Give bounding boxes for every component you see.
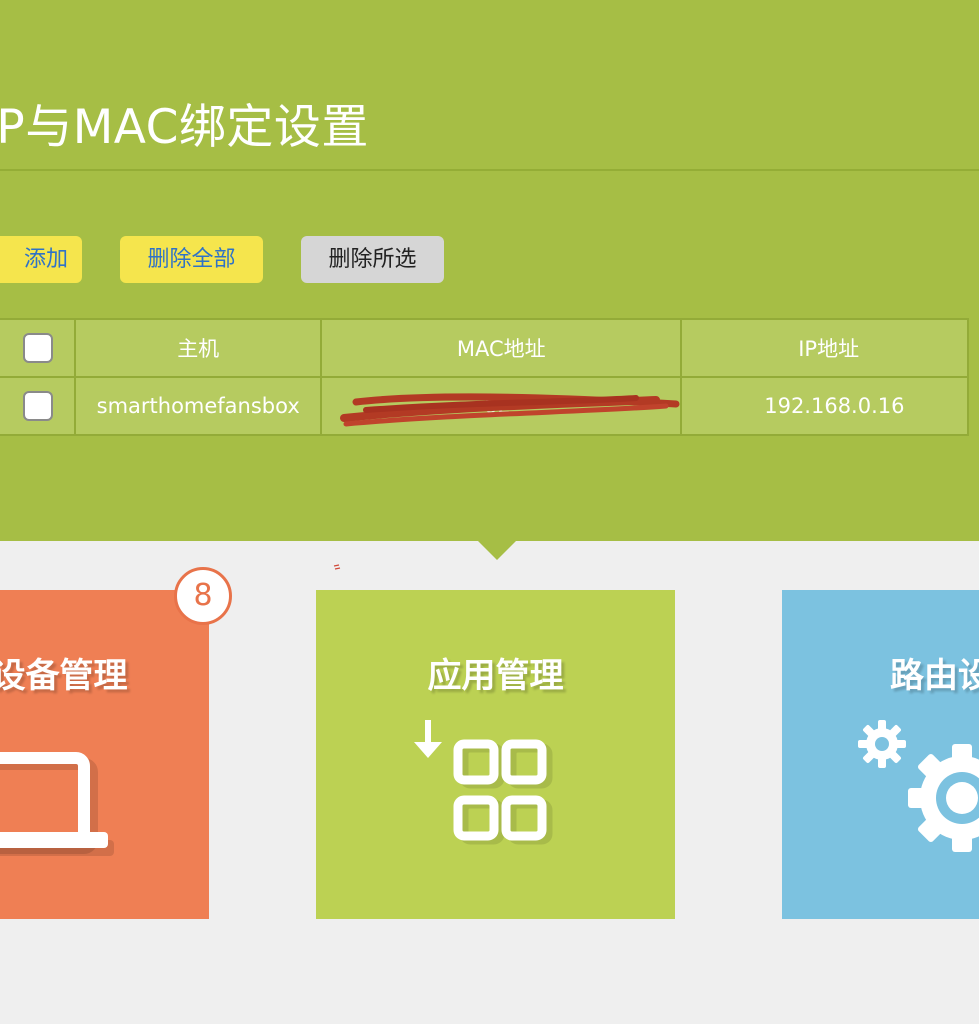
binding-settings-panel: IP与MAC绑定设置 添加 删除全部 删除所选 主机 MAC地址 IP地址 sm…	[0, 0, 979, 541]
redaction-scribble	[340, 393, 680, 427]
row-select-cell	[0, 376, 77, 436]
app-management-label: 应用管理	[427, 656, 564, 696]
apps-grid-icon	[414, 720, 553, 845]
delete-all-button[interactable]: 删除全部	[120, 236, 263, 283]
router-settings-label: 路由设置	[890, 656, 979, 696]
laptop-icon	[0, 752, 114, 856]
tiny-mark	[333, 564, 341, 570]
app-management-tile[interactable]: 应用管理	[316, 590, 675, 919]
gears-icon	[858, 720, 979, 852]
router-settings-tile[interactable]: 路由设置	[782, 590, 979, 919]
select-all-checkbox[interactable]	[23, 333, 54, 363]
column-header-host: 主机	[74, 318, 323, 378]
device-management-label: 设备管理	[0, 656, 128, 696]
binding-table: 主机 MAC地址 IP地址 smarthomefansbox 02- 192.1…	[0, 318, 969, 436]
host-cell: smarthomefansbox	[74, 376, 323, 436]
row-checkbox[interactable]	[23, 391, 54, 421]
ip-cell: 192.168.0.16	[680, 376, 969, 436]
column-header-ip: IP地址	[680, 318, 969, 378]
device-management-tile[interactable]: 设备管理	[0, 590, 209, 919]
column-header-mac: MAC地址	[320, 318, 683, 378]
select-all-cell	[0, 318, 77, 378]
table-row: smarthomefansbox 02- 192.168.0.16	[0, 376, 969, 436]
add-button[interactable]: 添加	[0, 236, 82, 283]
add-button-label: 添加	[23, 247, 68, 272]
delete-selected-button[interactable]: 删除所选	[301, 236, 444, 283]
table-header-row: 主机 MAC地址 IP地址	[0, 318, 969, 378]
page-title: IP与MAC绑定设置	[0, 100, 369, 155]
panel-pointer	[478, 541, 516, 560]
device-count-badge: 8	[174, 567, 232, 625]
mac-cell: 02-	[320, 376, 683, 436]
title-divider	[0, 169, 979, 171]
